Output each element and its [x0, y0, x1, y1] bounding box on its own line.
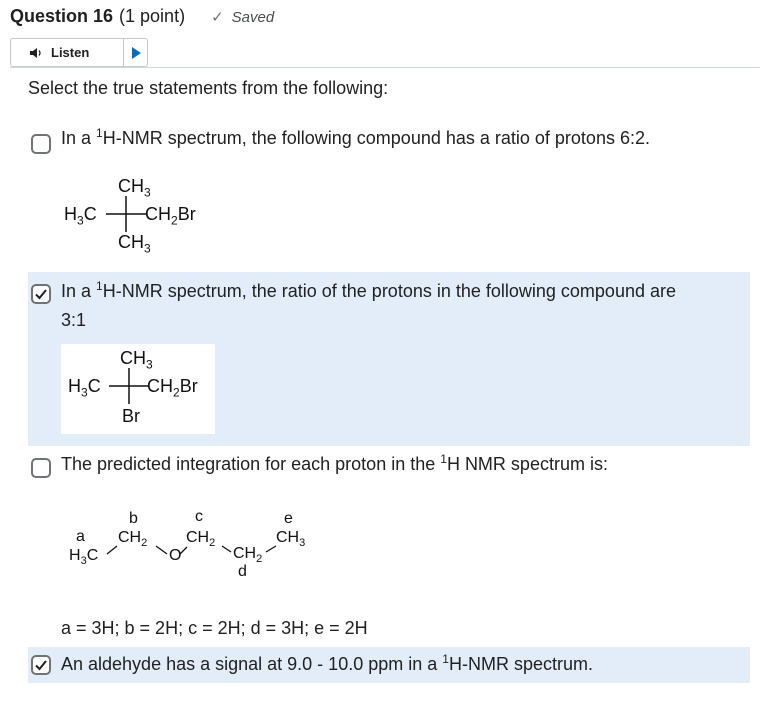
play-icon: [131, 46, 141, 59]
structure-left-group: H3C: [64, 204, 97, 228]
question-title: Question 16: [10, 6, 114, 26]
question-prompt: Select the true statements from the foll…: [28, 78, 389, 98]
checkmark-icon: [35, 660, 47, 671]
option-2-checkbox[interactable]: [31, 284, 51, 304]
option-1[interactable]: In a 1H-NMR spectrum, the following comp…: [28, 122, 750, 262]
option-2[interactable]: In a 1H-NMR spectrum, the ratio of the p…: [28, 272, 750, 446]
structure-bonds: [106, 196, 146, 232]
option-1-checkbox[interactable]: [31, 134, 51, 154]
checkmark-icon: [35, 289, 47, 300]
option-2-structure: CH3 H3C CH2Br Br: [61, 344, 215, 434]
structure-right-group: CH2Br: [147, 376, 198, 400]
structure-bonds: [109, 368, 149, 404]
listen-toolbar: Listen: [10, 38, 148, 67]
play-button[interactable]: [124, 39, 147, 66]
listen-label: Listen: [51, 45, 90, 60]
option-1-text: In a 1H-NMR spectrum, the following comp…: [61, 126, 650, 148]
saved-status: ✓ Saved: [211, 8, 275, 27]
question-header: Question 16 (1 point) ✓ Saved: [10, 6, 274, 30]
option-4[interactable]: An aldehyde has a signal at 9.0 - 10.0 p…: [28, 647, 750, 683]
saved-label: Saved: [231, 8, 275, 26]
option-4-text: An aldehyde has a signal at 9.0 - 10.0 p…: [61, 652, 593, 674]
header-divider: [10, 67, 760, 68]
structure-bottom-group: Br: [122, 406, 140, 426]
option-3-answer: a = 3H; b = 2H; c = 2H; d = 3H; e = 2H: [61, 618, 368, 638]
structure-bonds: [106, 545, 277, 555]
listen-button[interactable]: Listen: [11, 39, 124, 66]
option-4-checkbox[interactable]: [31, 655, 51, 675]
structure-left-group: H3C: [68, 376, 101, 400]
checkmark-icon: ✓: [211, 9, 224, 26]
option-2-text: In a 1H-NMR spectrum, the ratio of the p…: [61, 279, 676, 330]
option-3[interactable]: The predicted integration for each proto…: [28, 450, 750, 640]
speaker-icon: [30, 47, 41, 58]
structure-right-group: CH2Br: [145, 204, 196, 228]
question-points: (1 point): [119, 6, 186, 26]
